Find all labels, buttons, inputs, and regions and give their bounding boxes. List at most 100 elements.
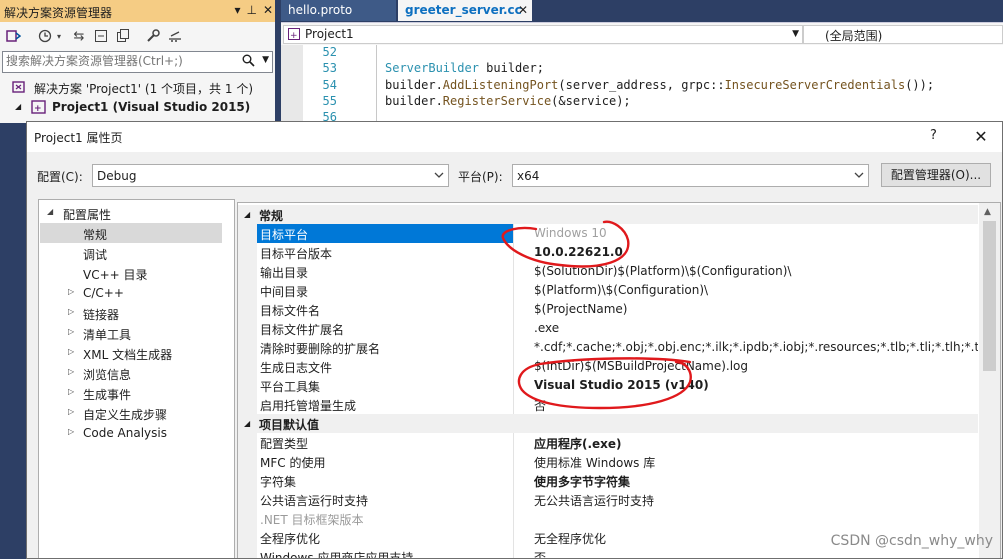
category-project-defaults[interactable]: ◢ 项目默认值 <box>238 414 978 433</box>
tree-item-code-analysis[interactable]: ▷ Code Analysis <box>39 423 234 443</box>
switch-views-icon[interactable] <box>4 27 22 45</box>
configuration-manager-button[interactable]: 配置管理器(O)... <box>881 163 991 187</box>
tree-item-vc-directories[interactable]: VC++ 目录 <box>39 263 234 283</box>
property-row[interactable]: .NET 目标框架版本 <box>238 509 978 528</box>
expanded-arrow-icon[interactable]: ◢ <box>244 419 250 428</box>
preview-icon[interactable] <box>166 27 184 45</box>
close-dialog-button[interactable]: ✕ <box>970 125 992 147</box>
solution-search-box[interactable]: ▼ <box>2 51 273 73</box>
code-editor[interactable]: 52 53 54 55 56 ServerBuilder builder; bu… <box>281 45 1003 125</box>
project-scope-value: Project1 <box>305 27 354 41</box>
property-row[interactable]: 目标平台版本 10.0.22621.0 <box>238 243 978 262</box>
property-row[interactable]: 中间目录 $(Platform)\$(Configuration)\ <box>238 281 978 300</box>
property-value[interactable]: $(SolutionDir)$(Platform)\$(Configuratio… <box>534 264 978 278</box>
property-value[interactable]: 无公共语言运行时支持 <box>534 492 978 509</box>
property-row[interactable]: 启用托管增量生成 否 <box>238 395 978 414</box>
properties-wrench-icon[interactable] <box>144 27 162 45</box>
property-name: 目标平台版本 <box>260 247 333 261</box>
property-row[interactable]: 输出目录 $(SolutionDir)$(Platform)\$(Configur… <box>238 262 978 281</box>
vertical-scrollbar[interactable]: ▲ <box>979 203 1000 558</box>
property-name-cell: 目标平台版本 <box>238 243 514 262</box>
tree-item-debugging[interactable]: 调试 <box>39 243 234 263</box>
property-value[interactable]: $(Platform)\$(Configuration)\ <box>534 283 978 297</box>
collapsed-arrow-icon[interactable]: ▷ <box>68 367 74 376</box>
property-value[interactable]: 否 <box>534 549 978 558</box>
property-name-cell: 中间目录 <box>238 281 514 300</box>
window-position-icon[interactable]: ▾ <box>234 3 240 17</box>
tree-item-xml-doc-generator[interactable]: ▷ XML 文档生成器 <box>39 343 234 363</box>
property-value[interactable]: .exe <box>534 321 978 335</box>
collapse-all-icon[interactable] <box>92 27 110 45</box>
property-row[interactable]: 公共语言运行时支持 无公共语言运行时支持 <box>238 490 978 509</box>
property-row[interactable]: 字符集 使用多字节字符集 <box>238 471 978 490</box>
expanded-arrow-icon[interactable]: ◢ <box>244 210 250 219</box>
watermark: CSDN @csdn_why_why <box>830 533 993 549</box>
close-panel-icon[interactable]: ✕ <box>263 3 273 17</box>
collapsed-arrow-icon[interactable]: ▷ <box>68 347 74 356</box>
property-value[interactable]: *.cdf;*.cache;*.obj;*.obj.enc;*.ilk;*.ip… <box>534 340 978 354</box>
row-gutter <box>238 509 257 528</box>
property-row[interactable]: MFC 的使用 使用标准 Windows 库 <box>238 452 978 471</box>
sync-icon[interactable]: ⇆ <box>70 27 88 45</box>
category-general[interactable]: ◢ 常规 <box>238 205 978 224</box>
property-value[interactable]: Visual Studio 2015 (v140) <box>534 378 978 392</box>
global-scope-dropdown[interactable]: (全局范围) <box>803 25 1003 44</box>
collapse-arrow-icon[interactable]: ◢ <box>15 102 21 111</box>
property-row[interactable]: 清除时要删除的扩展名 *.cdf;*.cache;*.obj;*.obj.enc;… <box>238 338 978 357</box>
tab-hello-proto[interactable]: hello.proto <box>281 0 396 21</box>
tree-item-configuration-properties[interactable]: ◢ 配置属性 <box>39 203 234 223</box>
property-row[interactable]: 配置类型 应用程序(.exe) <box>238 433 978 452</box>
dialog-title: Project1 属性页 <box>34 131 123 145</box>
history-dropdown-icon[interactable]: ▾ <box>54 27 64 45</box>
search-icon[interactable] <box>242 54 255 67</box>
expanded-arrow-icon[interactable]: ◢ <box>47 207 53 216</box>
property-value[interactable]: 应用程序(.exe) <box>534 435 978 452</box>
tree-item-linker[interactable]: ▷ 链接器 <box>39 303 234 323</box>
property-name: 清除时要删除的扩展名 <box>260 342 381 356</box>
configuration-label: 配置(C): <box>37 170 83 184</box>
collapsed-arrow-icon[interactable]: ▷ <box>68 287 74 296</box>
scroll-up-icon[interactable]: ▲ <box>984 207 991 217</box>
configuration-dropdown[interactable]: Debug <box>92 164 449 187</box>
tree-item-general[interactable]: 常规 <box>40 223 222 243</box>
tree-item-browse-information[interactable]: ▷ 浏览信息 <box>39 363 234 383</box>
property-name: 输出目录 <box>260 266 309 280</box>
tree-item-build-events[interactable]: ▷ 生成事件 <box>39 383 234 403</box>
property-name: 目标平台 <box>260 228 309 242</box>
property-value[interactable]: 使用多字节字符集 <box>534 473 978 490</box>
project-scope-dropdown[interactable]: + Project1 ▼ <box>283 25 803 44</box>
property-name-cell: 配置类型 <box>238 433 514 452</box>
tree-item-custom-build-step[interactable]: ▷ 自定义生成步骤 <box>39 403 234 423</box>
collapsed-arrow-icon[interactable]: ▷ <box>68 407 74 416</box>
property-value[interactable]: $(ProjectName) <box>534 302 978 316</box>
tab-greeter-server[interactable]: greeter_server.cc ✕ <box>398 0 532 21</box>
property-value[interactable]: 否 <box>534 397 978 414</box>
property-name: 全程序优化 <box>260 532 321 546</box>
property-value[interactable]: 10.0.22621.0 <box>534 245 978 259</box>
collapsed-arrow-icon[interactable]: ▷ <box>68 387 74 396</box>
property-row[interactable]: 目标文件扩展名 .exe <box>238 319 978 338</box>
property-value[interactable]: 使用标准 Windows 库 <box>534 454 978 471</box>
platform-dropdown[interactable]: x64 <box>512 164 869 187</box>
solution-node[interactable]: 解决方案 'Project1' (1 个项目，共 1 个) <box>0 77 275 97</box>
collapsed-arrow-icon[interactable]: ▷ <box>68 307 74 316</box>
collapsed-arrow-icon[interactable]: ▷ <box>68 427 74 436</box>
property-row[interactable]: 目标文件名 $(ProjectName) <box>238 300 978 319</box>
tree-item-c-cpp[interactable]: ▷ C/C++ <box>39 283 234 303</box>
search-options-dropdown-icon[interactable]: ▼ <box>262 55 269 65</box>
close-tab-icon[interactable]: ✕ <box>518 3 528 17</box>
project-node[interactable]: ◢ + Project1 (Visual Studio 2015) <box>0 97 275 117</box>
scrollbar-thumb[interactable] <box>983 221 996 371</box>
property-row[interactable]: 平台工具集 Visual Studio 2015 (v140) <box>238 376 978 395</box>
show-all-files-icon[interactable] <box>114 27 132 45</box>
pin-icon[interactable]: ⊥ <box>246 3 256 17</box>
property-value[interactable]: $(IntDir)$(MSBuildProjectName).log <box>534 359 978 373</box>
property-row[interactable]: 生成日志文件 $(IntDir)$(MSBuildProjectName).log <box>238 357 978 376</box>
property-row[interactable]: 目标平台 Windows 10 <box>238 224 978 243</box>
history-icon[interactable] <box>36 27 54 45</box>
tree-item-manifest-tool[interactable]: ▷ 清单工具 <box>39 323 234 343</box>
property-value[interactable]: Windows 10 <box>534 226 978 240</box>
collapsed-arrow-icon[interactable]: ▷ <box>68 327 74 336</box>
solution-search-input[interactable] <box>6 53 242 69</box>
help-button[interactable]: ? <box>930 128 937 143</box>
